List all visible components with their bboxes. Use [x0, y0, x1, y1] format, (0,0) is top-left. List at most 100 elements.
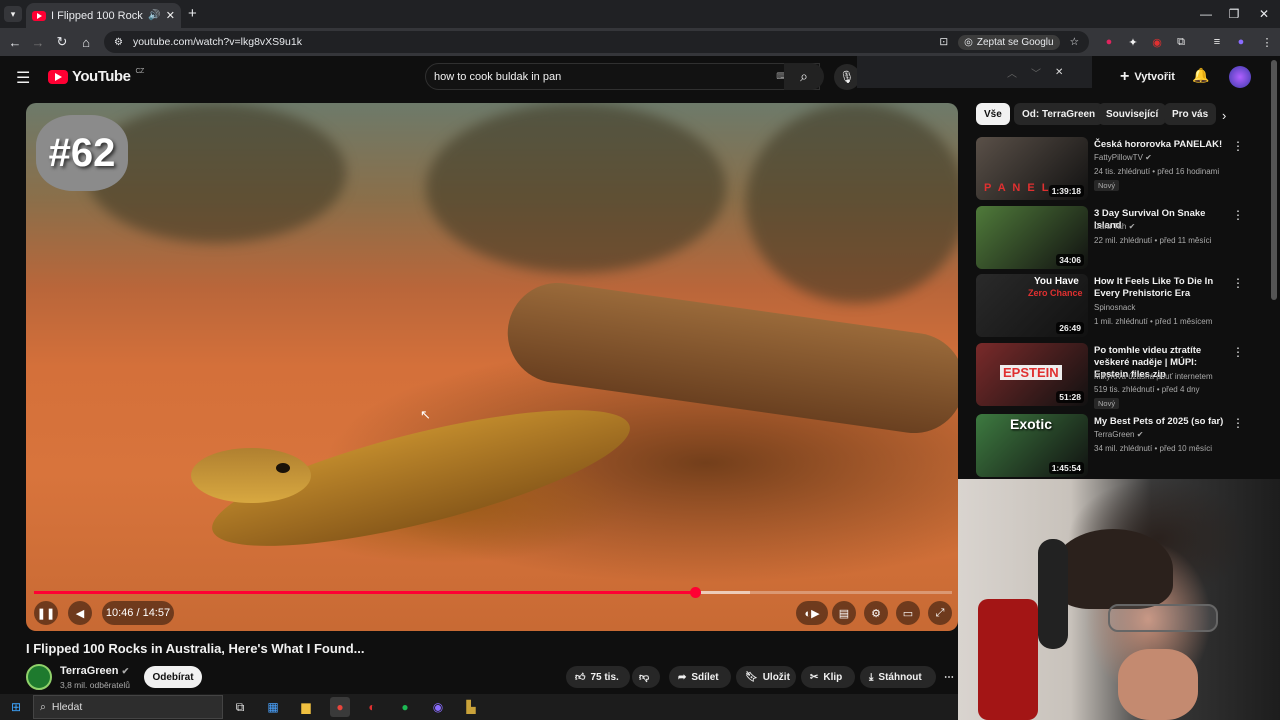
notifications-bell-icon[interactable]: 🔔 — [1192, 67, 1209, 84]
install-icon[interactable]: ⊡ — [939, 36, 948, 48]
subtitles-button[interactable]: ▤ — [832, 601, 856, 625]
more-actions-icon[interactable]: ⋯ — [940, 666, 958, 688]
youtube-logo[interactable]: YouTube CZ — [48, 68, 144, 85]
bookmark-star-icon[interactable]: ☆ — [1070, 36, 1079, 48]
tab-title: I Flipped 100 Rocks in Austr — [51, 9, 143, 22]
verified-icon: ✔ — [121, 666, 130, 676]
search-button[interactable]: ⌕ — [784, 63, 824, 90]
channel-avatar[interactable] — [26, 664, 52, 690]
settings-button[interactable]: ⚙ — [864, 601, 888, 625]
miniplayer-icon: ▭ — [902, 607, 914, 620]
audio-icon[interactable]: 🔊 — [148, 10, 160, 21]
messenger-icon[interactable]: ◉ — [428, 697, 448, 717]
video-thumbnail[interactable]: EPSTEIN 51:28 — [976, 343, 1088, 406]
forward-icon[interactable]: → — [26, 28, 50, 56]
app-taskbar-icon[interactable]: ◐ — [362, 697, 382, 717]
find-prev-icon[interactable]: ︿ — [1007, 65, 1017, 80]
recommendation-item[interactable]: 34:06 3 Day Survival On Snake Island Dar… — [976, 206, 1266, 270]
chip-related[interactable]: Související — [1098, 103, 1167, 125]
home-icon[interactable]: ⌂ — [74, 28, 98, 56]
more-options-icon[interactable]: ⋮ — [1232, 276, 1244, 290]
miniplayer-button[interactable]: ▭ — [896, 601, 920, 625]
like-button[interactable]: 👍︎ 75 tis. — [566, 666, 630, 688]
chips-next-icon[interactable]: › — [1222, 108, 1226, 123]
taskbar-search[interactable]: ⌕ Hledat — [33, 695, 223, 719]
profile-icon[interactable]: ● — [1230, 31, 1252, 53]
new-tab-icon[interactable]: + — [188, 5, 197, 22]
duration-badge: 1:39:18 — [1048, 185, 1084, 197]
task-view-icon[interactable]: ⧉ — [230, 697, 250, 717]
clip-button[interactable]: ✂ Klip — [801, 666, 855, 688]
video-thumbnail[interactable]: 34:06 — [976, 206, 1088, 269]
video-thumbnail[interactable]: You Have Zero Chance 26:49 — [976, 274, 1088, 337]
subscribe-button[interactable]: Odebírat — [144, 666, 202, 688]
address-bar[interactable]: ⚙ youtube.com/watch?v=lkg8vXS9u1k ⊡ ◎ Zep… — [104, 31, 1089, 53]
autoplay-toggle[interactable]: ◐▶ — [796, 601, 828, 625]
chip-for-you[interactable]: Pro vás — [1164, 103, 1217, 125]
chrome-menu-icon[interactable]: ⋮ — [1256, 31, 1278, 53]
extension-icon[interactable]: ✦ — [1122, 31, 1144, 53]
recommendation-item[interactable]: EPSTEIN 51:28 Po tomhle videu ztratíte v… — [976, 343, 1266, 409]
account-avatar[interactable] — [1229, 66, 1251, 88]
recommendation-item[interactable]: P A N E L 1:39:18 Česká hororovka PANELA… — [976, 137, 1266, 201]
tab-close-icon[interactable]: ✕ — [166, 9, 175, 22]
extensions-puzzle-icon[interactable]: ⧉ — [1170, 31, 1192, 53]
store-icon[interactable]: ▦ — [263, 697, 283, 717]
more-options-icon[interactable]: ⋮ — [1232, 139, 1244, 153]
volume-button[interactable]: ◀ — [68, 601, 92, 625]
ask-google-button[interactable]: ◎ Zeptat se Googlu — [958, 34, 1060, 50]
windows-start-icon[interactable]: ⊞ — [6, 697, 26, 717]
region-code: CZ — [135, 68, 144, 75]
thumbnail-text: Zero Chance — [1028, 288, 1083, 298]
share-label: Sdílet — [691, 671, 719, 683]
recommendation-item[interactable]: You Have Zero Chance 26:49 How It Feels … — [976, 274, 1266, 338]
window-close-icon[interactable]: ✕ — [1246, 0, 1280, 28]
reading-list-icon[interactable]: ≡ — [1206, 31, 1228, 53]
recommendation-meta: 519 tis. zhlédnutí • před 4 dny — [1094, 385, 1200, 394]
extension-icon[interactable]: ● — [1098, 31, 1120, 53]
chip-all[interactable]: Vše — [976, 103, 1010, 125]
scrubber-handle[interactable] — [689, 587, 701, 598]
pause-button[interactable]: ❚❚ — [34, 601, 58, 625]
more-options-icon[interactable]: ⋮ — [1232, 208, 1244, 222]
chip-from-channel[interactable]: Od: TerraGreen — [1014, 103, 1104, 125]
share-button[interactable]: ➦ Sdílet — [669, 666, 731, 688]
back-icon[interactable]: ← — [3, 28, 27, 56]
hamburger-menu-icon[interactable]: ☰ — [16, 68, 30, 88]
progress-bar[interactable] — [34, 591, 952, 594]
file-explorer-icon[interactable]: ▆ — [296, 697, 316, 717]
fullscreen-icon: ⤢ — [935, 606, 945, 619]
spotify-icon[interactable]: ● — [395, 697, 415, 717]
find-next-icon[interactable]: ﹀ — [1031, 65, 1041, 80]
recommendation-channel: Mikýřova úžasná pouť internetem — [1094, 372, 1213, 381]
chrome-taskbar-icon[interactable]: ● — [330, 697, 350, 717]
tab-search-icon[interactable]: ▾ — [4, 6, 22, 22]
download-button[interactable]: ⤓ Stáhnout — [860, 666, 936, 688]
more-options-icon[interactable]: ⋮ — [1232, 416, 1244, 430]
share-icon: ➦ — [678, 671, 687, 683]
channel-name[interactable]: TerraGreen ✔ — [60, 665, 129, 677]
extension-icon[interactable]: ◉ — [1146, 31, 1168, 53]
logo-text: YouTube — [72, 68, 131, 85]
video-player[interactable] — [26, 103, 958, 631]
thumbnail-text: Exotic — [1010, 416, 1053, 432]
site-info-icon[interactable]: ⚙ — [114, 37, 123, 48]
thumbs-up-icon: 👍︎ — [575, 672, 586, 683]
fullscreen-button[interactable]: ⤢ — [928, 601, 952, 625]
save-button[interactable]: 🔖︎ Uložit — [736, 666, 796, 688]
more-options-icon[interactable]: ⋮ — [1232, 345, 1244, 359]
find-close-icon[interactable]: ✕ — [1055, 67, 1063, 78]
reload-icon[interactable]: ↻ — [50, 28, 74, 56]
snake-head — [191, 448, 311, 503]
create-button[interactable]: + Vytvořit — [1112, 64, 1183, 90]
browser-tab[interactable]: I Flipped 100 Rocks in Austr 🔊 ✕ — [26, 3, 181, 28]
game-launcher-icon[interactable]: ▙ — [461, 697, 481, 717]
recommendation-item[interactable]: Exotic 1:45:54 My Best Pets of 2025 (so … — [976, 414, 1266, 478]
duration-badge: 51:28 — [1056, 391, 1084, 403]
search-input[interactable]: how to cook buldak in pan ⌨ ✕ — [425, 63, 820, 90]
video-thumbnail[interactable]: Exotic 1:45:54 — [976, 414, 1088, 477]
video-thumbnail[interactable]: P A N E L 1:39:18 — [976, 137, 1088, 200]
search-icon: ⌕ — [800, 68, 808, 84]
scrollbar[interactable] — [1271, 60, 1277, 300]
dislike-button[interactable]: 👎︎ — [632, 666, 660, 688]
